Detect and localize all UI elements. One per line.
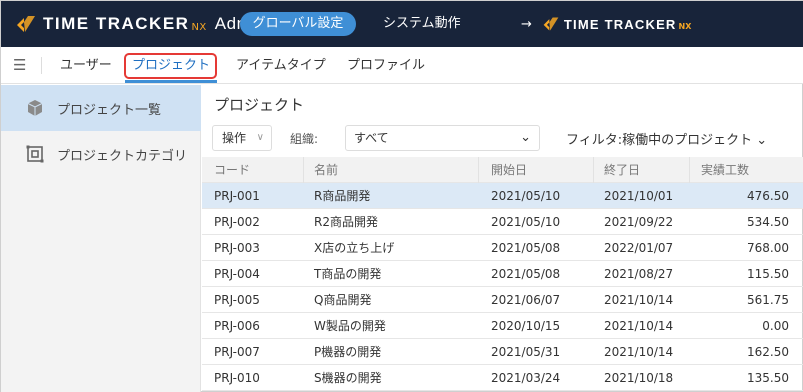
cell-actual-hours: 768.00 [747,241,789,255]
sidebar-item-project-list[interactable]: プロジェクト一覧 [1,85,201,131]
global-settings-button[interactable]: グローバル設定 [240,12,356,36]
column-header-end-date[interactable]: 終了日 [604,157,684,183]
page-title: プロジェクト [214,96,305,114]
arrow-right-icon: → [521,16,532,32]
cell-name: T商品の開発 [314,267,382,281]
cell-end-date: 2021/10/18 [604,371,674,385]
cell-code: PRJ-010 [214,371,260,385]
timetracker-link[interactable]: → TIME TRACKER NX [521,12,691,36]
cell-start-date: 2021/05/10 [491,215,561,229]
column-header-name[interactable]: 名前 [314,157,484,183]
cell-end-date: 2021/10/14 [604,345,674,359]
organization-select[interactable]: すべて ⌄ [345,125,540,151]
column-header-code[interactable]: コード [214,157,304,183]
column-divider [478,157,479,183]
tab-item-type[interactable]: アイテムタイプ [236,47,326,84]
table-row[interactable]: PRJ-007 P機器の開発 2021/05/31 2021/10/14 162… [202,339,803,365]
chevron-down-icon: ⌄ [520,130,531,145]
table-row[interactable]: PRJ-001 R商品開発 2021/05/10 2021/10/01 476.… [202,183,803,209]
table-row[interactable]: PRJ-010 S機器の開発 2021/03/24 2021/10/18 135… [202,365,803,391]
top-header: TIME TRACKER NX Admin グローバル設定 システム動作 → T… [1,1,803,47]
logo-mark-icon [543,17,559,31]
cell-actual-hours: 476.50 [747,189,789,203]
link-logo-text: TIME TRACKER [563,16,677,32]
organization-label: 組織: [290,132,319,146]
cell-end-date: 2021/10/14 [604,293,674,307]
sidebar-item-project-category[interactable]: プロジェクトカテゴリ [1,131,201,177]
cell-actual-hours: 162.50 [747,345,789,359]
table-header-row: コード 名前 開始日 終了日 実績工数 [202,157,803,183]
chevron-down-icon: ∨ [256,132,264,143]
cell-end-date: 2021/08/27 [604,267,674,281]
cell-name: S機器の開発 [314,371,382,385]
sidebar-item-label: プロジェクト一覧 [57,102,162,118]
column-header-actual-hours[interactable]: 実績工数 [701,157,789,183]
cell-code: PRJ-006 [214,319,260,333]
cell-start-date: 2021/05/08 [491,267,561,281]
column-header-start-date[interactable]: 開始日 [491,157,601,183]
cell-name: P機器の開発 [314,345,382,359]
cell-start-date: 2021/05/31 [491,345,561,359]
link-logo-nx: NX [678,21,692,31]
category-icon [26,145,44,163]
column-divider [303,157,304,183]
cell-start-date: 2020/10/15 [491,319,561,333]
cell-code: PRJ-007 [214,345,260,359]
cell-actual-hours: 534.50 [747,215,789,229]
organization-value: すべて [354,131,389,145]
menu-icon[interactable]: ☰ [13,57,26,73]
cell-actual-hours: 135.50 [747,371,789,385]
app-logo[interactable]: TIME TRACKER NX Admin [15,11,265,37]
table-row[interactable]: PRJ-002 R2商品開発 2021/05/10 2021/09/22 534… [202,209,803,235]
tab-profile[interactable]: プロファイル [347,47,425,84]
filter-dropdown[interactable]: フィルタ:稼働中のプロジェクト ⌄ [566,129,767,148]
cell-start-date: 2021/05/08 [491,241,561,255]
cell-name: R2商品開発 [314,215,378,229]
cell-actual-hours: 561.75 [747,293,789,307]
cell-code: PRJ-003 [214,241,260,255]
column-divider [689,157,690,183]
cell-name: X店の立ち上げ [314,241,395,255]
cell-end-date: 2021/10/14 [604,319,674,333]
cell-start-date: 2021/03/24 [491,371,561,385]
cell-actual-hours: 0.00 [762,319,789,333]
cell-start-date: 2021/05/10 [491,189,561,203]
cell-code: PRJ-001 [214,189,260,203]
cell-name: R商品開発 [314,189,371,203]
system-ops-button[interactable]: システム動作 [383,12,461,36]
cell-code: PRJ-005 [214,293,260,307]
logo-text: TIME TRACKER [43,14,190,33]
column-divider [593,157,594,183]
cell-start-date: 2021/06/07 [491,293,561,307]
sidebar: プロジェクト一覧 プロジェクトカテゴリ [1,85,201,392]
sub-navigation: ☰ ユーザー プロジェクト アイテムタイプ プロファイル [1,47,803,84]
cell-code: PRJ-004 [214,267,260,281]
main-content: プロジェクト 操作 ∨ 組織: すべて ⌄ フィルタ:稼働中のプロジェクト ⌄ … [202,85,803,392]
cell-actual-hours: 115.50 [747,267,789,281]
cell-name: W製品の開発 [314,319,386,333]
active-tab-indicator [125,80,217,83]
cell-code: PRJ-002 [214,215,260,229]
cell-end-date: 2022/01/07 [604,241,674,255]
tab-project[interactable]: プロジェクト [125,47,217,84]
table-row[interactable]: PRJ-004 T商品の開発 2021/05/08 2021/08/27 115… [202,261,803,287]
table-row[interactable]: PRJ-005 Q商品開発 2021/06/07 2021/10/14 561.… [202,287,803,313]
cell-name: Q商品開発 [314,293,372,307]
operations-dropdown[interactable]: 操作 ∨ [212,125,272,151]
cell-end-date: 2021/10/01 [604,189,674,203]
logo-mark-icon [17,16,35,32]
divider [41,57,42,74]
cube-icon [27,100,43,116]
tab-users[interactable]: ユーザー [60,47,112,84]
table-row[interactable]: PRJ-003 X店の立ち上げ 2021/05/08 2022/01/07 76… [202,235,803,261]
operations-label: 操作 [222,131,247,145]
logo-nx: NX [191,21,207,33]
cell-end-date: 2021/09/22 [604,215,674,229]
table-row[interactable]: PRJ-006 W製品の開発 2020/10/15 2021/10/14 0.0… [202,313,803,339]
sidebar-item-label: プロジェクトカテゴリ [57,148,188,164]
